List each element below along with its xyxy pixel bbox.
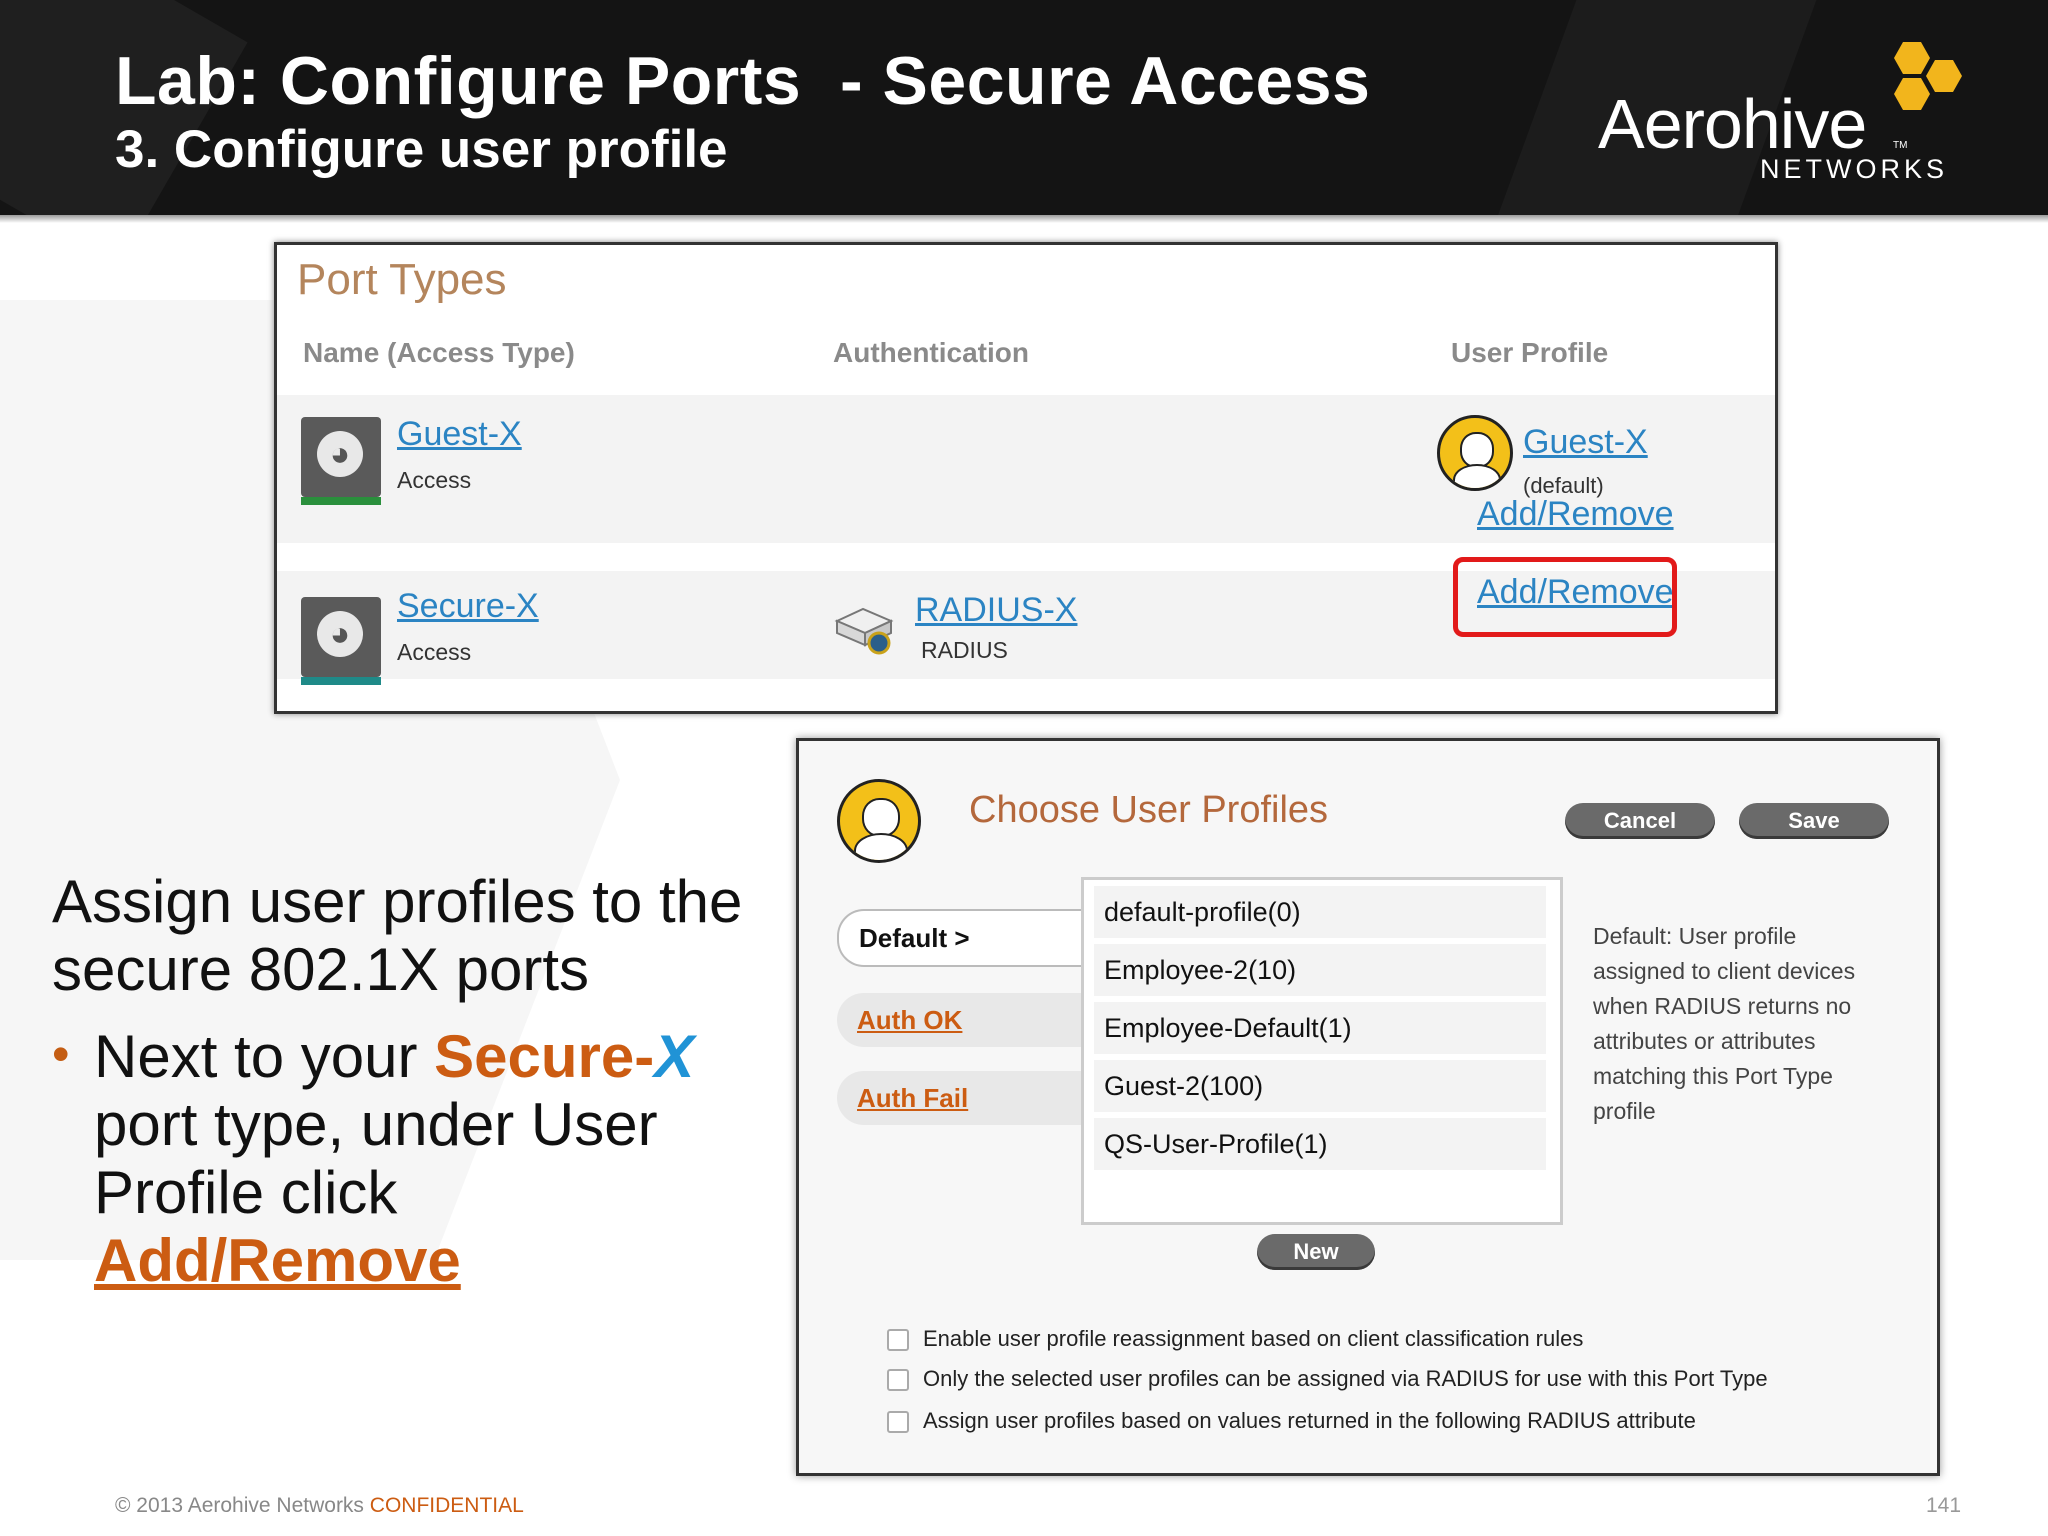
- checkbox-radius-attribute[interactable]: [887, 1411, 909, 1433]
- dialog-title: Choose User Profiles: [969, 789, 1329, 831]
- checkbox-label: Only the selected user profiles can be a…: [923, 1366, 1768, 1391]
- authentication-link-radius[interactable]: RADIUS-X: [915, 591, 1077, 630]
- bullet-text: port type, under User Profile click: [94, 1091, 658, 1226]
- footer-copyright: © 2013 Aerohive Networks CONFIDENTIAL: [115, 1494, 524, 1518]
- port-type-link-guest[interactable]: Guest-X: [397, 415, 522, 454]
- slide-title: Lab: Configure Ports - Secure Access: [115, 43, 1371, 119]
- highlight-callout: [1453, 557, 1677, 637]
- port-types-title: Port Types: [297, 255, 507, 304]
- radius-server-icon: [834, 607, 894, 655]
- secure-port-name: Secure-: [434, 1023, 655, 1090]
- column-header-name: Name (Access Type): [303, 337, 575, 368]
- table-row: ◕ Guest-X Access Guest-X (default) Add/R…: [277, 395, 1775, 543]
- column-header-user-profile: User Profile: [1451, 337, 1609, 368]
- user-profile-list: default-profile(0) Employee-2(10) Employ…: [1081, 877, 1563, 1225]
- access-type-label: Access: [397, 467, 472, 493]
- port-type-link-secure[interactable]: Secure-X: [397, 587, 539, 626]
- confidential-label: CONFIDENTIAL: [369, 1494, 524, 1517]
- port-types-panel: Port Types Name (Access Type) Authentica…: [274, 242, 1778, 714]
- list-item[interactable]: Employee-2(10): [1094, 944, 1546, 996]
- list-item[interactable]: default-profile(0): [1094, 886, 1546, 938]
- logo-hex-icon: [1894, 78, 1930, 110]
- logo-trademark: TM: [1893, 140, 1908, 151]
- add-remove-link-guest[interactable]: Add/Remove: [1477, 495, 1674, 534]
- copyright-text: © 2013 Aerohive Networks: [115, 1494, 370, 1517]
- port-type-icon: ◕: [301, 597, 381, 687]
- instruction-bullet: Next to your Secure-X port type, under U…: [94, 1023, 754, 1295]
- new-profile-button[interactable]: New: [1257, 1234, 1375, 1270]
- profile-description: Default: User profile assigned to client…: [1593, 923, 1856, 1124]
- secure-port-suffix: X: [654, 1023, 695, 1090]
- logo-wordmark: Aerohive: [1598, 85, 1867, 163]
- column-header-authentication: Authentication: [833, 337, 1029, 368]
- list-item[interactable]: Guest-2(100): [1094, 1060, 1546, 1112]
- slide-header: Lab: Configure Ports - Secure Access 3. …: [0, 0, 2048, 215]
- authentication-type-label: RADIUS: [921, 637, 1008, 663]
- user-profile-link-guest[interactable]: Guest-X: [1523, 423, 1648, 462]
- add-remove-reference: Add/Remove: [94, 1227, 461, 1294]
- logo-hex-icon: [1926, 60, 1962, 92]
- tab-default[interactable]: Default >: [837, 909, 1109, 967]
- instruction-lead: Assign user profiles to the secure 802.1…: [52, 868, 743, 1003]
- page-number: 141: [1926, 1494, 1962, 1517]
- bullet-text: Next to your: [94, 1023, 435, 1090]
- logo-hex-icon: [1894, 42, 1930, 74]
- header-shadow: [0, 215, 2048, 223]
- slide-subtitle: 3. Configure user profile: [115, 120, 728, 179]
- checkbox-reassignment[interactable]: [887, 1329, 909, 1351]
- choose-user-profiles-dialog: Choose User Profiles Cancel Save Default…: [796, 738, 1940, 1476]
- access-type-label: Access: [397, 639, 472, 665]
- bullet-marker: •: [52, 1026, 70, 1082]
- list-item[interactable]: Employee-Default(1): [1094, 1002, 1546, 1054]
- port-type-icon: ◕: [301, 417, 381, 507]
- save-button[interactable]: Save: [1739, 803, 1889, 839]
- user-profile-icon: [1437, 415, 1513, 491]
- checkbox-label: Enable user profile reassignment based o…: [923, 1326, 1584, 1351]
- checkbox-label: Assign user profiles based on values ret…: [923, 1408, 1696, 1433]
- checkbox-radius-only[interactable]: [887, 1369, 909, 1391]
- user-profile-icon: [837, 779, 921, 863]
- cancel-button[interactable]: Cancel: [1565, 803, 1715, 839]
- tab-auth-fail[interactable]: Auth Fail: [837, 1071, 1089, 1125]
- logo-subtext: NETWORKS: [1760, 154, 1949, 184]
- tab-auth-ok[interactable]: Auth OK: [837, 993, 1089, 1047]
- list-item[interactable]: QS-User-Profile(1): [1094, 1118, 1546, 1170]
